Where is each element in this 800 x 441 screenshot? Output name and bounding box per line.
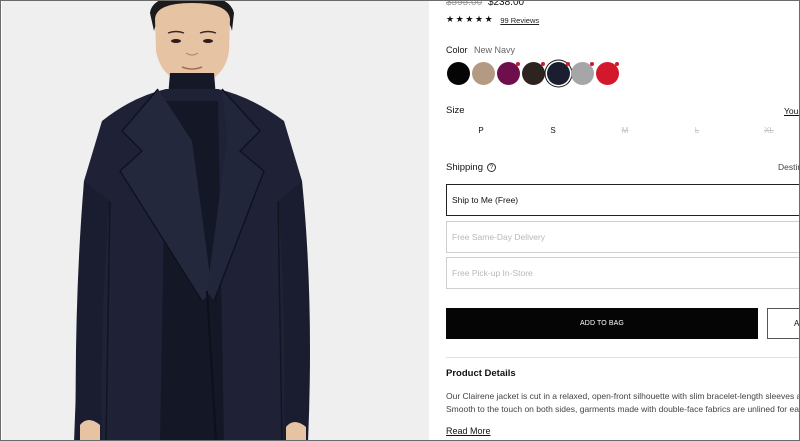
product-image[interactable]: [2, 1, 429, 440]
product-details-heading: Product Details: [446, 368, 516, 379]
model-illustration: [2, 1, 429, 440]
reviews-link[interactable]: 99 Reviews: [500, 16, 539, 25]
sale-indicator-dot: [566, 62, 570, 66]
sale-indicator-dot: [541, 62, 545, 66]
color-heading: Color New Navy: [446, 45, 515, 55]
color-swatch-dark-brown[interactable]: [522, 62, 545, 85]
color-swatch-black[interactable]: [447, 62, 470, 85]
sale-indicator-dot: [615, 62, 619, 66]
sale-indicator-dot: [590, 62, 594, 66]
star-rating-icon: ★★★★★: [446, 15, 495, 25]
add-to-bag-button[interactable]: ADD TO BAG: [446, 308, 758, 339]
divider: [446, 357, 799, 358]
size-option-l[interactable]: L: [682, 123, 712, 139]
shipping-option-3[interactable]: Free Pick-up In-Store: [446, 257, 799, 289]
size-option-m[interactable]: M: [610, 123, 640, 139]
original-price: $595.00: [446, 0, 483, 8]
product-details-panel: $595.00 $238.00 ★★★★★ 99 Reviews Color N…: [446, 0, 800, 440]
product-description-line-2: Smooth to the touch on both sides, garme…: [446, 404, 800, 414]
selected-color-name: New Navy: [474, 45, 516, 55]
color-swatches: [446, 62, 646, 86]
size-guide-link[interactable]: Your: [784, 106, 799, 116]
destination-label[interactable]: Destin: [778, 162, 799, 172]
size-option-p[interactable]: P: [466, 123, 496, 139]
color-swatch-new-navy[interactable]: [547, 62, 570, 85]
shipping-option-2[interactable]: Free Same-Day Delivery: [446, 221, 799, 253]
sale-indicator-dot: [516, 62, 520, 66]
page-frame: $595.00 $238.00 ★★★★★ 99 Reviews Color N…: [0, 0, 800, 441]
size-option-xl[interactable]: XL: [754, 123, 784, 139]
rating: ★★★★★ 99 Reviews: [446, 15, 539, 25]
size-options: P S M L XL: [446, 123, 799, 139]
price: $595.00 $238.00: [446, 0, 525, 8]
shipping-label: Shipping: [446, 162, 483, 173]
size-label: Size: [446, 105, 465, 116]
product-description-line-1: Our Clairene jacket is cut in a relaxed,…: [446, 391, 800, 401]
color-label: Color: [446, 45, 468, 55]
color-swatch-plum[interactable]: [497, 62, 520, 85]
shipping-option-1[interactable]: Ship to Me (Free): [446, 184, 799, 216]
sale-price: $238.00: [487, 0, 525, 8]
read-more-link[interactable]: Read More: [446, 426, 491, 436]
size-option-s[interactable]: S: [538, 123, 568, 139]
color-swatch-red[interactable]: [596, 62, 619, 85]
color-swatch-camel[interactable]: [472, 62, 495, 85]
shipping-heading: Shipping ?: [446, 162, 496, 173]
info-icon[interactable]: ?: [486, 163, 496, 172]
color-swatch-grey[interactable]: [571, 62, 594, 85]
secondary-action-button[interactable]: A: [767, 308, 799, 339]
